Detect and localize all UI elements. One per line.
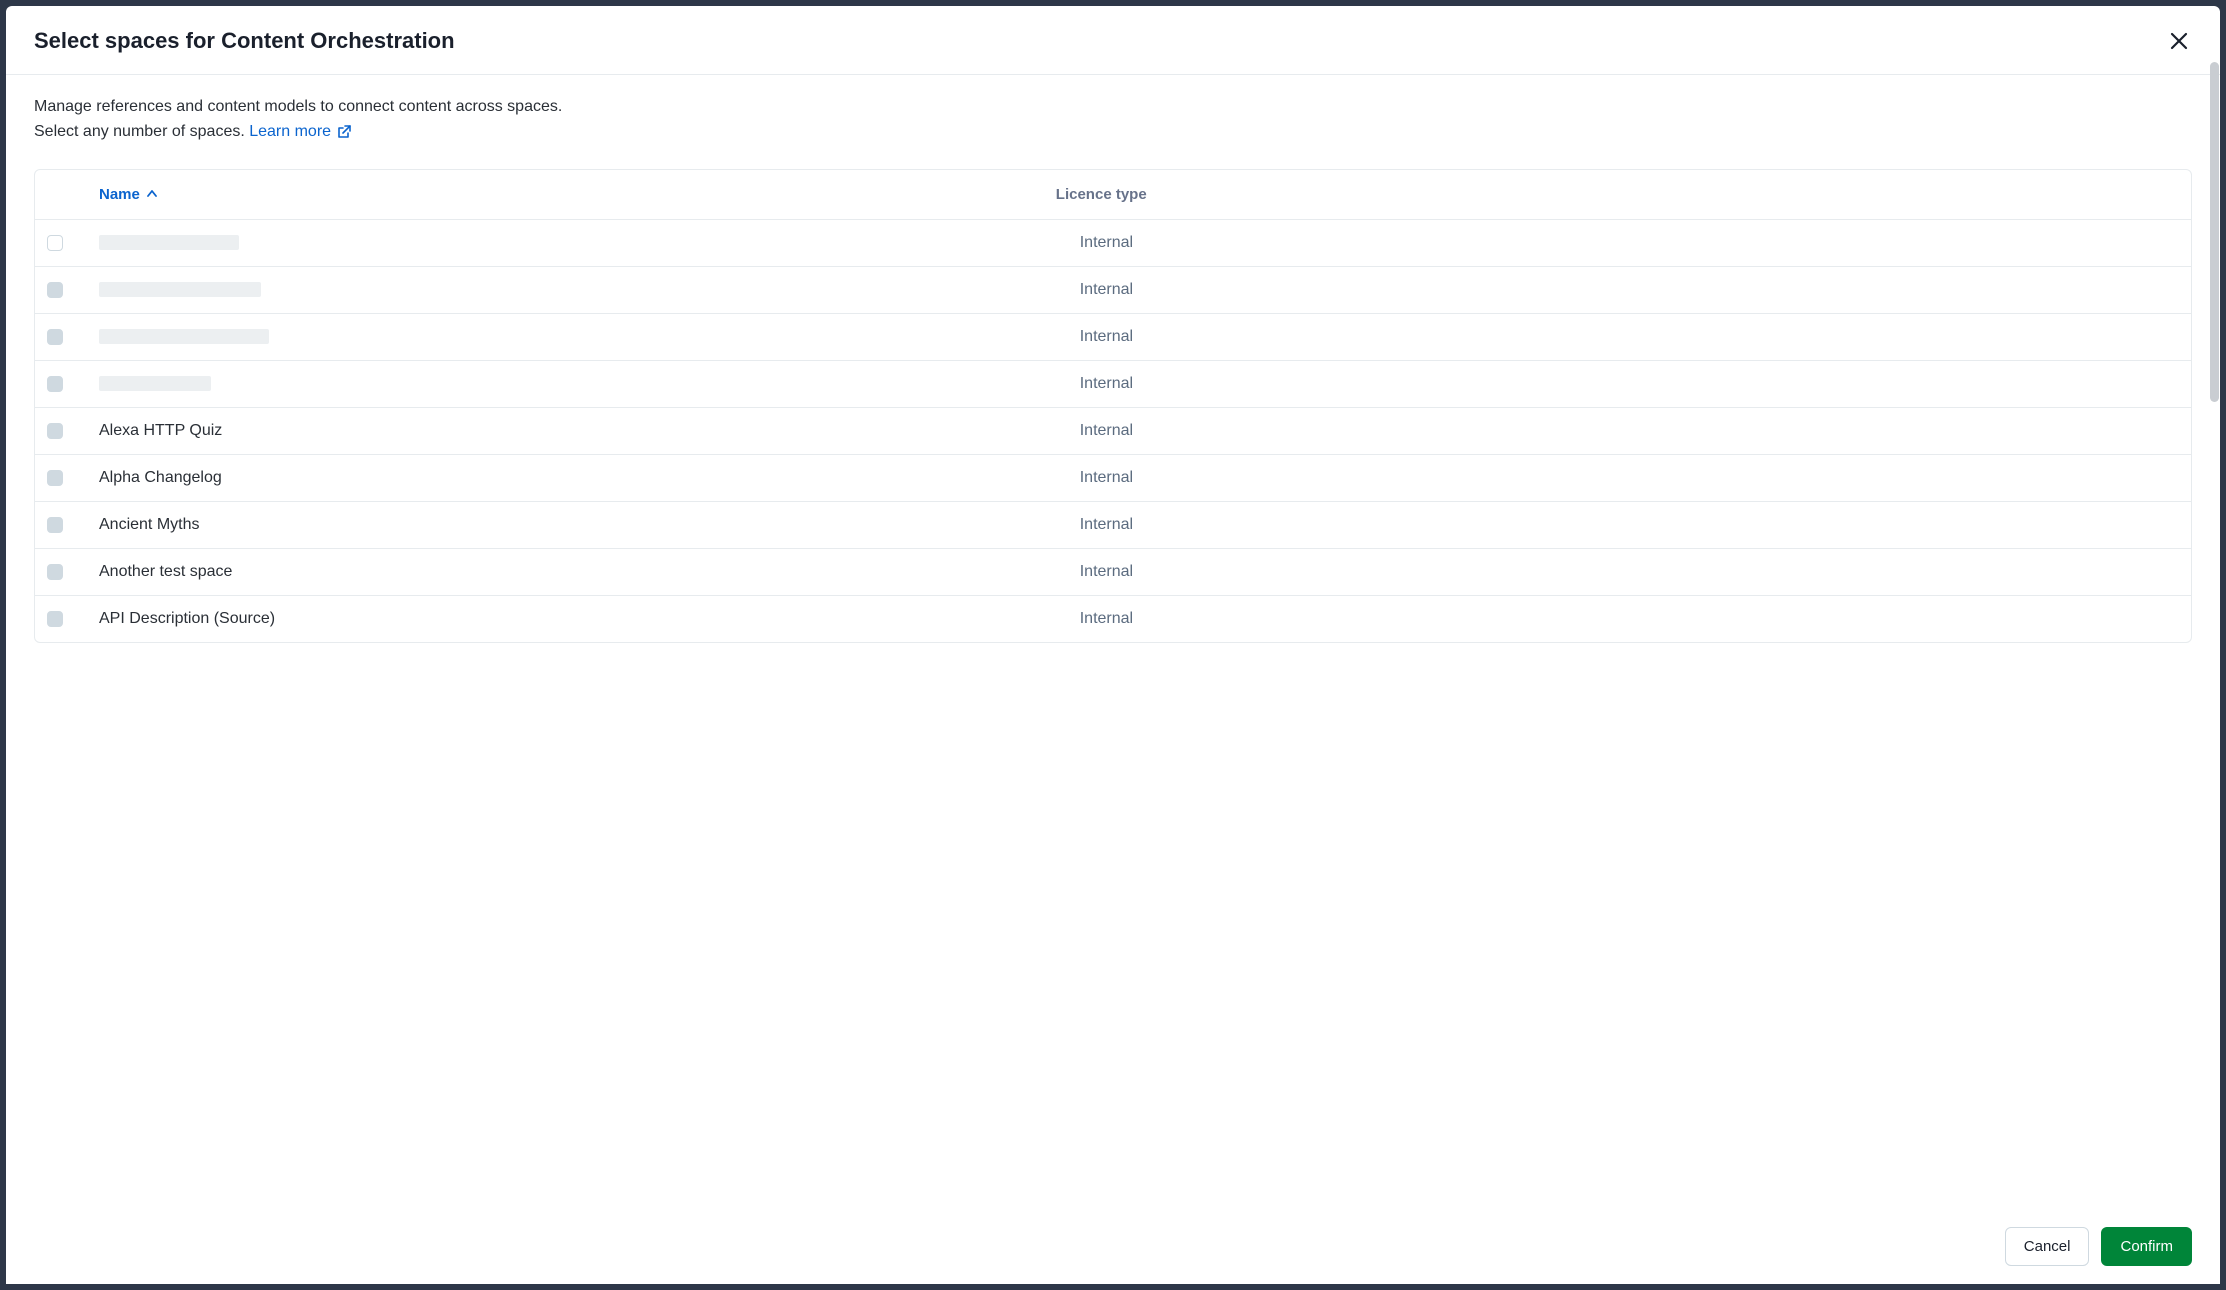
space-checkbox[interactable] — [47, 282, 63, 298]
column-header-licence-label: Licence type — [1056, 186, 1147, 203]
checkbox-cell — [47, 282, 99, 298]
licence-cell: Internal — [1080, 375, 2179, 393]
space-checkbox[interactable] — [47, 564, 63, 580]
table-row[interactable]: Internal — [35, 220, 2191, 267]
description-line-2: Select any number of spaces. — [34, 123, 245, 140]
checkbox-cell — [47, 611, 99, 627]
checkbox-cell — [47, 517, 99, 533]
checkbox-cell — [47, 470, 99, 486]
licence-cell: Internal — [1080, 516, 2179, 534]
checkbox-cell — [47, 564, 99, 580]
confirm-button[interactable]: Confirm — [2101, 1227, 2192, 1266]
space-name-cell — [99, 376, 1080, 391]
close-button[interactable] — [2166, 28, 2192, 54]
cancel-button[interactable]: Cancel — [2005, 1227, 2090, 1266]
modal-title: Select spaces for Content Orchestration — [34, 28, 455, 54]
redacted-placeholder — [99, 329, 269, 344]
space-name-cell: Alpha Changelog — [99, 469, 1080, 487]
external-link-icon — [337, 125, 351, 139]
licence-cell: Internal — [1080, 281, 2179, 299]
close-icon — [2170, 32, 2188, 50]
space-name-cell: Another test space — [99, 563, 1080, 581]
licence-cell: Internal — [1080, 610, 2179, 628]
modal-dialog: Select spaces for Content Orchestration … — [6, 6, 2220, 1284]
sort-asc-icon — [146, 188, 158, 200]
table-row[interactable]: Ancient MythsInternal — [35, 502, 2191, 549]
space-checkbox[interactable] — [47, 329, 63, 345]
table-header-row: Name Licence type — [35, 170, 2191, 220]
space-name-cell: Alexa HTTP Quiz — [99, 422, 1080, 440]
learn-more-label: Learn more — [249, 120, 331, 145]
spaces-table: Name Licence type Internal Internal Intern… — [34, 169, 2192, 643]
modal-footer: Cancel Confirm — [6, 1209, 2220, 1284]
redacted-placeholder — [99, 376, 211, 391]
column-header-name-label: Name — [99, 186, 140, 203]
checkbox-cell — [47, 329, 99, 345]
space-name-cell: Ancient Myths — [99, 516, 1080, 534]
licence-cell: Internal — [1080, 422, 2179, 440]
licence-cell: Internal — [1080, 234, 2179, 252]
space-name-cell: API Description (Source) — [99, 610, 1080, 628]
checkbox-cell — [47, 235, 99, 251]
modal-header: Select spaces for Content Orchestration — [6, 6, 2220, 75]
table-row[interactable]: Internal — [35, 314, 2191, 361]
column-header-name[interactable]: Name — [99, 186, 1056, 203]
redacted-placeholder — [99, 235, 239, 250]
space-checkbox[interactable] — [47, 517, 63, 533]
column-header-licence[interactable]: Licence type — [1056, 186, 2179, 203]
table-row[interactable]: Alexa HTTP QuizInternal — [35, 408, 2191, 455]
description-line-1: Manage references and content models to … — [34, 98, 562, 115]
licence-cell: Internal — [1080, 469, 2179, 487]
table-row[interactable]: Alpha ChangelogInternal — [35, 455, 2191, 502]
space-name-cell — [99, 235, 1080, 250]
learn-more-link[interactable]: Learn more — [249, 120, 351, 145]
table-row[interactable]: Internal — [35, 267, 2191, 314]
table-row[interactable]: Internal — [35, 361, 2191, 408]
modal-body: Manage references and content models to … — [6, 75, 2220, 1209]
space-name-cell — [99, 282, 1080, 297]
space-checkbox[interactable] — [47, 235, 63, 251]
space-checkbox[interactable] — [47, 423, 63, 439]
table-row[interactable]: Another test spaceInternal — [35, 549, 2191, 596]
table-row[interactable]: API Description (Source)Internal — [35, 596, 2191, 642]
checkbox-cell — [47, 423, 99, 439]
modal-description: Manage references and content models to … — [34, 95, 2192, 145]
space-checkbox[interactable] — [47, 376, 63, 392]
space-name-cell — [99, 329, 1080, 344]
licence-cell: Internal — [1080, 563, 2179, 581]
checkbox-cell — [47, 376, 99, 392]
redacted-placeholder — [99, 282, 261, 297]
space-checkbox[interactable] — [47, 611, 63, 627]
licence-cell: Internal — [1080, 328, 2179, 346]
space-checkbox[interactable] — [47, 470, 63, 486]
